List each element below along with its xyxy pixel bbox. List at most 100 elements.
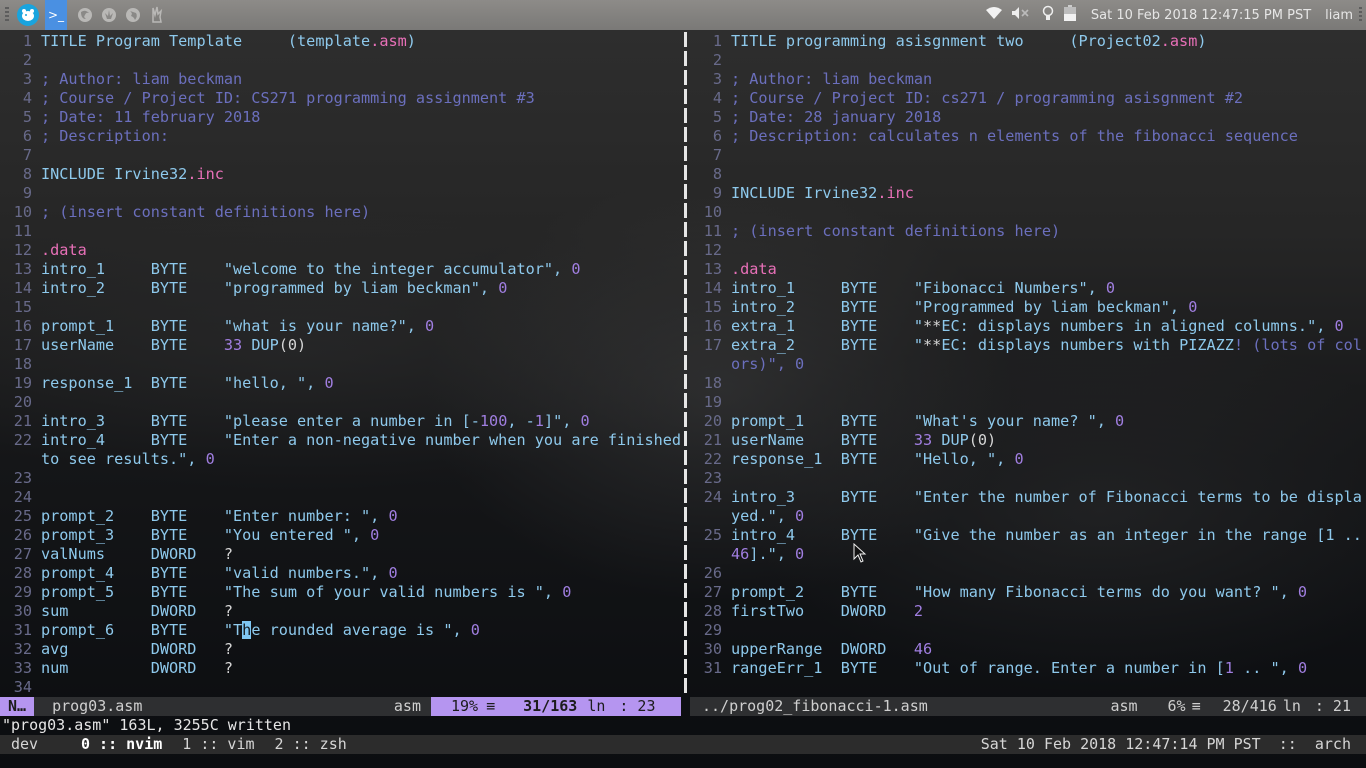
volume-muted-icon[interactable] [1011,7,1032,23]
code-text[interactable]: intro_4 BYTE "Give the number as an inte… [731,526,1366,564]
code-line[interactable]: 21 userName BYTE 33 DUP(0) [690,431,1366,450]
code-line[interactable]: 7 [0,146,683,165]
code-line[interactable]: 4 ; Course / Project ID: cs271 / programm… [690,89,1366,108]
code-line[interactable]: 24 intro_3 BYTE "Enter the number of Fibo… [690,488,1366,526]
code-text[interactable]: intro_1 BYTE "welcome to the integer acc… [41,260,683,279]
code-line[interactable]: 33 num DWORD ? [0,659,683,678]
code-text[interactable]: num DWORD ? [41,659,683,678]
code-text[interactable] [41,298,683,317]
code-line[interactable]: 19 response_1 BYTE "hello, ", 0 [0,374,683,393]
code-line[interactable]: 11 ; (insert constant definitions here) [690,222,1366,241]
code-text[interactable]: upperRange DWORD 46 [731,640,1366,659]
code-text[interactable]: prompt_2 BYTE "Enter number: ", 0 [41,507,683,526]
panel-grip-right[interactable] [1359,7,1362,23]
code-line[interactable]: 10 [690,203,1366,222]
code-text[interactable]: prompt_4 BYTE "valid numbers.", 0 [41,564,683,583]
code-text[interactable] [41,355,683,374]
code-text[interactable] [41,393,683,412]
code-text[interactable] [731,203,1366,222]
code-line[interactable]: 29 prompt_5 BYTE "The sum of your valid n… [0,583,683,602]
code-text[interactable]: prompt_3 BYTE "You entered ", 0 [41,526,683,545]
code-line[interactable]: 2 [690,51,1366,70]
code-line[interactable]: 12 [690,241,1366,260]
code-line[interactable]: 2 [0,51,683,70]
code-text[interactable]: .data [41,241,683,260]
panel-clock[interactable]: Sat 10 Feb 2018 12:47:15 PM PST [1091,8,1311,23]
code-text[interactable]: prompt_2 BYTE "How many Fibonacci terms … [731,583,1366,602]
code-line[interactable]: 14 intro_1 BYTE "Fibonacci Numbers", 0 [690,279,1366,298]
code-line[interactable]: 24 [0,488,683,507]
code-line[interactable]: 31 rangeErr_1 BYTE "Out of range. Enter a… [690,659,1366,678]
code-text[interactable]: prompt_1 BYTE "what is your name?", 0 [41,317,683,336]
code-line[interactable]: 25 intro_4 BYTE "Give the number as an in… [690,526,1366,564]
code-text[interactable]: ; Course / Project ID: CS271 programming… [41,89,683,108]
code-line[interactable]: 1 TITLE Program Template (template.asm) [0,32,683,51]
code-line[interactable]: 8 INCLUDE Irvine32.inc [0,165,683,184]
code-text[interactable]: intro_2 BYTE "programmed by liam beckman… [41,279,683,298]
code-text[interactable] [731,564,1366,583]
battery-icon[interactable] [1063,5,1076,25]
code-line[interactable]: 4 ; Course / Project ID: CS271 programmin… [0,89,683,108]
code-text[interactable] [731,51,1366,70]
code-line[interactable]: 22 response_1 BYTE "Hello, ", 0 [690,450,1366,469]
code-text[interactable]: prompt_6 BYTE "The rounded average is ",… [41,621,683,640]
code-line[interactable]: 6 ; Description: calculates n elements of… [690,127,1366,146]
lightbulb-icon[interactable] [1042,5,1054,25]
code-text[interactable]: ; Description: [41,127,683,146]
code-line[interactable]: 10 ; (insert constant definitions here) [0,203,683,222]
code-text[interactable]: response_1 BYTE "hello, ", 0 [41,374,683,393]
code-text[interactable]: avg DWORD ? [41,640,683,659]
panel-grip[interactable] [5,7,9,23]
code-text[interactable]: TITLE programming asisgnment two (Projec… [731,32,1366,51]
code-line[interactable]: 13 .data [690,260,1366,279]
code-line[interactable]: 5 ; Date: 28 january 2018 [690,108,1366,127]
code-text[interactable]: ; Date: 28 january 2018 [731,108,1366,127]
vim-command-line[interactable]: "prog03.asm" 163L, 3255C written [0,716,1366,735]
wifi-icon[interactable] [985,7,1002,23]
code-line[interactable]: 26 prompt_3 BYTE "You entered ", 0 [0,526,683,545]
right-editor-pane[interactable]: 1 TITLE programming asisgnment two (Proje… [690,32,1366,696]
code-line[interactable]: 34 [0,678,683,696]
code-text[interactable]: ; (insert constant definitions here) [41,203,683,222]
code-text[interactable] [731,374,1366,393]
panel-user[interactable]: liam [1325,8,1353,23]
code-text[interactable]: intro_1 BYTE "Fibonacci Numbers", 0 [731,279,1366,298]
code-line[interactable]: 22 intro_4 BYTE "Enter a non-negative num… [0,431,683,469]
terminal-icon[interactable]: >_ [45,0,67,30]
code-line[interactable]: 27 prompt_2 BYTE "How many Fibonacci term… [690,583,1366,602]
rebel-alliance-icon[interactable] [100,6,118,24]
left-editor-pane[interactable]: 1 TITLE Program Template (template.asm) 2 … [0,32,683,696]
code-line[interactable]: 11 [0,222,683,241]
code-text[interactable]: intro_2 BYTE "Programmed by liam beckman… [731,298,1366,317]
code-text[interactable] [731,621,1366,640]
code-text[interactable]: INCLUDE Irvine32.inc [731,184,1366,203]
code-line[interactable]: 20 [0,393,683,412]
code-line[interactable]: 3 ; Author: liam beckman [690,70,1366,89]
code-line[interactable]: 15 [0,298,683,317]
code-line[interactable]: 18 [690,374,1366,393]
code-line[interactable]: 7 [690,146,1366,165]
code-line[interactable]: 18 [0,355,683,374]
code-text[interactable]: ; (insert constant definitions here) [731,222,1366,241]
code-line[interactable]: 15 intro_2 BYTE "Programmed by liam beckm… [690,298,1366,317]
code-text[interactable]: extra_1 BYTE "**EC: displays numbers in … [731,317,1366,336]
code-text[interactable]: .data [731,260,1366,279]
code-text[interactable]: ; Course / Project ID: cs271 / programmi… [731,89,1366,108]
code-text[interactable]: valNums DWORD ? [41,545,683,564]
code-text[interactable]: intro_3 BYTE "please enter a number in [… [41,412,683,431]
code-line[interactable]: 17 userName BYTE 33 DUP(0) [0,336,683,355]
code-line[interactable]: 3 ; Author: liam beckman [0,70,683,89]
code-text[interactable]: ; Date: 11 february 2018 [41,108,683,127]
code-text[interactable]: INCLUDE Irvine32.inc [41,165,683,184]
code-text[interactable] [41,51,683,70]
code-text[interactable]: ; Author: liam beckman [41,70,683,89]
code-line[interactable]: 9 [0,184,683,203]
code-text[interactable] [731,393,1366,412]
code-line[interactable]: 8 [690,165,1366,184]
hand-gesture-icon[interactable] [148,6,166,24]
code-line[interactable]: 9 INCLUDE Irvine32.inc [690,184,1366,203]
code-line[interactable]: 30 sum DWORD ? [0,602,683,621]
code-text[interactable]: response_1 BYTE "Hello, ", 0 [731,450,1366,469]
code-text[interactable]: ; Author: liam beckman [731,70,1366,89]
code-line[interactable]: 16 prompt_1 BYTE "what is your name?", 0 [0,317,683,336]
